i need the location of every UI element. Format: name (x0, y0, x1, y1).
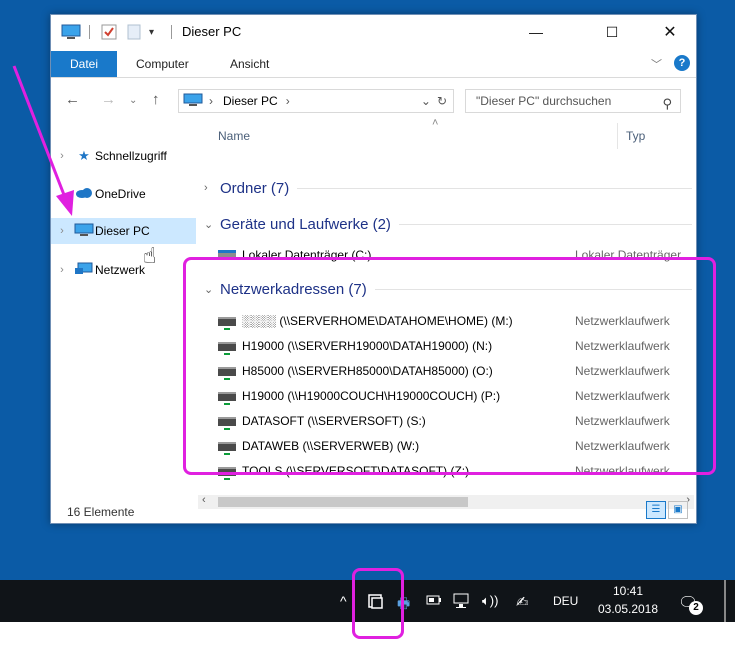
close-button[interactable]: ✕ (647, 15, 693, 49)
maximize-button[interactable]: ☐ (589, 15, 635, 49)
input-language[interactable]: DEU (553, 594, 578, 608)
battery-icon[interactable] (426, 593, 442, 609)
group-devices[interactable]: ⌄ Geräte und Laufwerke (2) (204, 213, 692, 235)
sidebar-item-label: Netzwerk (95, 263, 146, 277)
group-label: Geräte und Laufwerke (2) (220, 215, 391, 233)
highlight-network-drives (183, 257, 716, 475)
group-folders[interactable]: › Ordner (7) (204, 177, 692, 199)
breadcrumb-separator-icon[interactable]: › (209, 94, 213, 108)
network-icon (73, 262, 95, 279)
breadcrumb-dieser-pc[interactable]: Dieser PC (223, 94, 278, 108)
search-input[interactable]: "Dieser PC" durchsuchen ⚲ (465, 89, 681, 113)
horizontal-scrollbar[interactable]: ‹ › (198, 494, 694, 509)
chevron-right-icon[interactable]: › (51, 264, 73, 276)
ribbon-tabs: Datei Computer Ansicht (51, 51, 696, 77)
highlight-tray-icon (352, 568, 404, 639)
notification-count-badge: 2 (689, 601, 703, 615)
column-header-type[interactable]: Typ (626, 129, 645, 143)
new-folder-icon[interactable] (127, 23, 141, 41)
show-desktop-button[interactable] (724, 580, 726, 622)
hand-cursor-icon: ☝ (143, 243, 157, 268)
clock-time[interactable]: 10:41 (598, 584, 658, 598)
column-header-name[interactable]: Name (218, 129, 250, 143)
view-switcher: ☰ ▣ (646, 501, 688, 519)
search-placeholder: "Dieser PC" durchsuchen (476, 94, 612, 108)
details-view-icon[interactable]: ☰ (646, 501, 666, 519)
status-item-count: 16 Elemente (67, 505, 135, 519)
column-divider[interactable] (617, 123, 618, 149)
sort-ascending-icon: ˄ (432, 117, 439, 129)
ribbon-divider (51, 77, 696, 78)
sidebar-item-netzwerk[interactable]: › Netzwerk (51, 257, 196, 283)
network-status-icon[interactable] (453, 593, 471, 612)
tab-ansicht[interactable]: Ansicht (230, 51, 269, 77)
quick-access-dropdown-icon[interactable]: ▾ (149, 23, 154, 41)
navigation-bar: ← → ⌄ ↑ › Dieser PC › ⌄ ↻ "Dieser PC" du… (51, 87, 696, 115)
recent-locations-icon[interactable]: ⌄ (129, 95, 137, 106)
address-dropdown-icon[interactable]: ⌄ (421, 94, 431, 108)
clock-date[interactable]: 03.05.2018 (590, 602, 666, 616)
pen-workspace-icon[interactable]: ✍︎ (516, 593, 529, 611)
group-label: Ordner (7) (220, 179, 290, 197)
computer-icon (183, 93, 203, 110)
help-icon[interactable]: ? (674, 55, 690, 71)
address-bar[interactable]: › Dieser PC › ⌄ ↻ (178, 89, 454, 113)
scroll-left-icon[interactable]: ‹ (202, 494, 206, 506)
large-icons-view-icon[interactable]: ▣ (668, 501, 688, 519)
search-icon[interactable]: ⚲ (662, 93, 672, 115)
tab-computer[interactable]: Computer (136, 51, 189, 77)
volume-icon[interactable]: 🔈︎)) (482, 593, 498, 609)
scrollbar-thumb[interactable] (218, 497, 468, 507)
title-bar: ▾ Dieser PC — ☐ ✕ (51, 15, 696, 49)
chevron-right-icon[interactable]: › (204, 182, 220, 194)
up-icon[interactable]: ↑ (152, 91, 160, 108)
minimize-button[interactable]: — (513, 15, 559, 49)
annotation-arrow (12, 65, 74, 216)
ribbon-expand-icon[interactable]: ﹀ (651, 56, 662, 72)
window-title: Dieser PC (182, 24, 242, 39)
refresh-icon[interactable]: ↻ (437, 94, 447, 108)
chevron-down-icon[interactable]: ⌄ (204, 218, 220, 231)
show-hidden-icons-icon[interactable]: ^ (340, 593, 347, 609)
breadcrumb-separator-icon[interactable]: › (286, 94, 290, 108)
